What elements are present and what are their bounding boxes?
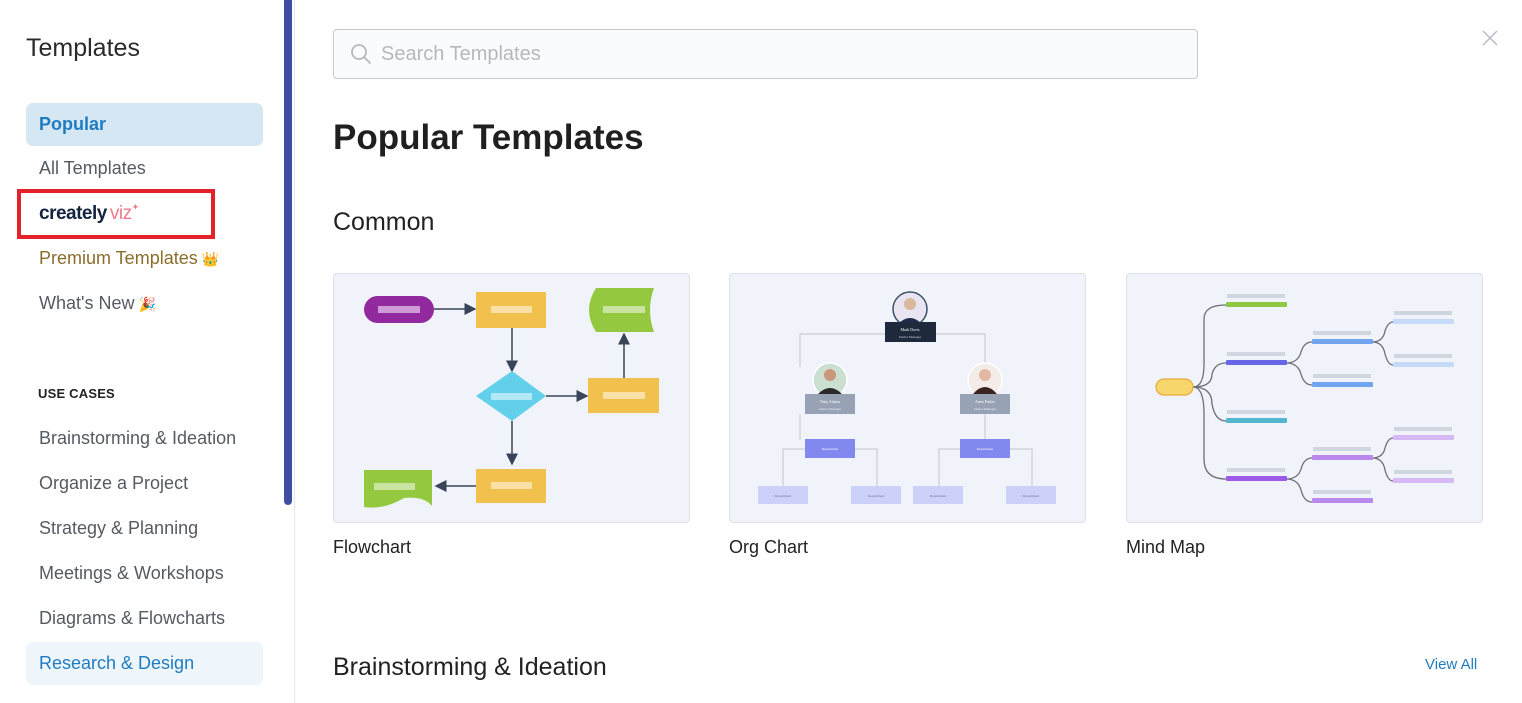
sidebar: Templates Popular All Templates creately…: [0, 0, 295, 703]
svg-text:Department: Department: [930, 494, 947, 498]
leaf-bar: [1393, 319, 1454, 324]
subtopic-bar: [1312, 382, 1373, 387]
flowchart-preview: [364, 288, 659, 508]
sidebar-item-label: Research & Design: [39, 653, 195, 673]
org-node: [805, 394, 855, 414]
sidebar-item-label: Strategy & Planning: [39, 518, 199, 538]
party-popper-icon: 🎉: [138, 296, 156, 312]
sidebar-item-label: Popular: [39, 114, 107, 134]
svg-text:Department: Department: [822, 447, 839, 451]
creately-logo-text: creately: [39, 203, 107, 224]
sparkle-icon: ✦: [131, 202, 140, 212]
org-node-top: [885, 322, 936, 342]
sidebar-item-brainstorming[interactable]: Brainstorming & Ideation: [26, 417, 263, 460]
sidebar-scrollbar[interactable]: [284, 0, 292, 505]
topic-bar: [1226, 476, 1287, 481]
sidebar-item-label: What's New: [39, 293, 135, 313]
section-title-common: Common: [333, 208, 435, 236]
template-card-mind-map[interactable]: [1126, 273, 1483, 523]
sidebar-item-organize-project[interactable]: Organize a Project: [26, 462, 263, 505]
topic-bar: [1226, 418, 1287, 423]
sidebar-item-research-design[interactable]: Research & Design: [26, 642, 263, 685]
leaf-bar: [1393, 478, 1454, 483]
sidebar-item-label: Brainstorming & Ideation: [39, 428, 237, 448]
template-card-flowchart[interactable]: [333, 273, 690, 523]
sidebar-item-all-templates[interactable]: All Templates: [26, 147, 263, 190]
search-icon: [351, 44, 371, 64]
org-role: Senior Manager: [819, 407, 842, 411]
use-cases-heading: USE CASES: [38, 386, 115, 401]
sidebar-item-label: All Templates: [39, 158, 146, 178]
org-name: Mark Davis: [901, 327, 920, 332]
svg-text:Department: Department: [1023, 494, 1040, 498]
sidebar-item-whats-new[interactable]: What's New 🎉: [26, 282, 263, 325]
sidebar-item-popular[interactable]: Popular: [26, 103, 263, 146]
org-role: Senior Manager: [974, 407, 997, 411]
templates-dialog: Templates Popular All Templates creately…: [0, 0, 1522, 703]
viz-logo-text: viz: [109, 203, 132, 224]
org-chart-preview: Mark Davis Senior Manager Tony Adams Sen…: [758, 291, 1056, 504]
topic-bar: [1226, 302, 1287, 307]
subtopic-bar: [1312, 498, 1373, 503]
sidebar-item-premium-templates[interactable]: Premium Templates 👑: [26, 237, 263, 280]
sidebar-item-label: Diagrams & Flowcharts: [39, 608, 226, 628]
template-card-org-chart[interactable]: Mark Davis Senior Manager Tony Adams Sen…: [729, 273, 1086, 523]
crown-icon: 👑: [201, 251, 220, 267]
org-role: Senior Manager: [899, 335, 922, 339]
org-name: Anna Parker: [975, 399, 996, 404]
search-box[interactable]: [333, 29, 1198, 79]
central-topic-node: [1155, 378, 1194, 396]
sidebar-item-diagrams-flowcharts[interactable]: Diagrams & Flowcharts: [26, 597, 263, 640]
topic-bar: [1226, 360, 1287, 365]
sidebar-item-meetings-workshops[interactable]: Meetings & Workshops: [26, 552, 263, 595]
sidebar-item-label: Organize a Project: [39, 473, 189, 493]
search-input[interactable]: [381, 30, 1181, 78]
org-name: Tony Adams: [820, 399, 841, 404]
leaf-bar: [1393, 435, 1454, 440]
sidebar-item-label: Meetings & Workshops: [39, 563, 224, 583]
svg-text:Department: Department: [977, 447, 994, 451]
section-title-brainstorming: Brainstorming & Ideation: [333, 653, 607, 681]
sidebar-item-createlyviz[interactable]: creately viz✦: [39, 202, 140, 225]
close-icon[interactable]: [1480, 28, 1500, 48]
template-card-label[interactable]: Mind Map: [1126, 537, 1205, 558]
org-node: [960, 394, 1010, 414]
subtopic-bar: [1312, 339, 1373, 344]
subtopic-bar: [1312, 455, 1373, 460]
template-card-label[interactable]: Org Chart: [729, 537, 808, 558]
template-card-label[interactable]: Flowchart: [333, 537, 411, 558]
svg-text:Department: Department: [868, 494, 885, 498]
svg-text:Department: Department: [775, 494, 792, 498]
sidebar-item-strategy-planning[interactable]: Strategy & Planning: [26, 507, 263, 550]
sidebar-title: Templates: [26, 34, 140, 62]
page-title: Popular Templates: [333, 118, 644, 157]
view-all-link[interactable]: View All: [1425, 656, 1477, 673]
mind-map-preview: [1155, 294, 1454, 503]
leaf-bar: [1393, 362, 1454, 367]
sidebar-item-label: Premium Templates: [39, 248, 198, 268]
